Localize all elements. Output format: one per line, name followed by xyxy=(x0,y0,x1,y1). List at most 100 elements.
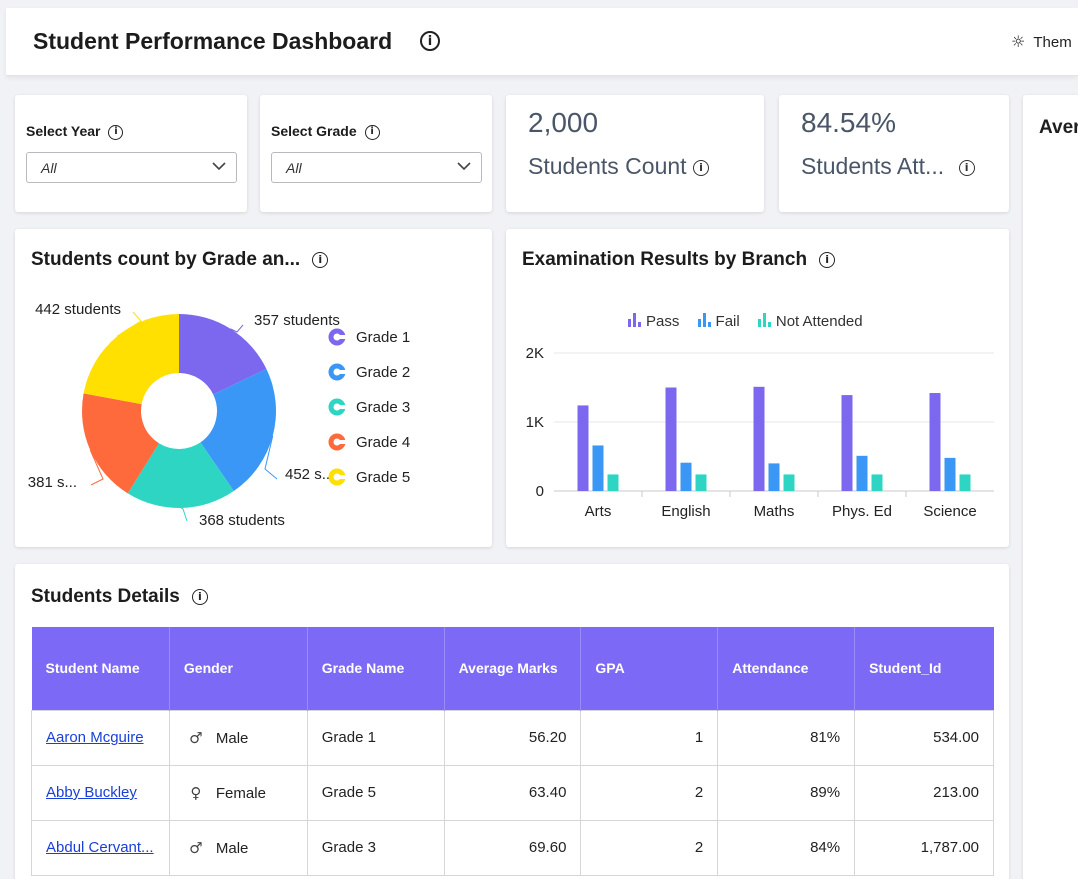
legend-icon-gap xyxy=(337,475,346,479)
legend-icon-gap xyxy=(337,335,346,339)
table-row[interactable]: Abdul Cervant... ♂ Male Grade 3 69.60 2 8… xyxy=(31,819,994,876)
table-row[interactable]: Abby Buckley ♀ Female Grade 5 63.40 2 89%… xyxy=(31,764,994,821)
grade-cell: Grade 1 xyxy=(306,709,445,766)
kpi-label: Students Att... i xyxy=(801,153,975,180)
attendance-cell: 84% xyxy=(717,819,856,876)
bar-pass[interactable] xyxy=(929,393,941,491)
student-id-cell: 534.00 xyxy=(854,709,994,766)
gpa-cell: 2 xyxy=(580,819,719,876)
average-side-card: Aver xyxy=(1023,95,1078,879)
student-id-cell: 213.00 xyxy=(854,764,994,821)
marks-cell: 56.20 xyxy=(443,709,582,766)
bar-fail[interactable] xyxy=(592,445,604,491)
grade-filter-card: Select Grade i All xyxy=(260,95,492,212)
column-header[interactable]: Attendance xyxy=(717,627,856,710)
info-icon[interactable]: i xyxy=(108,124,124,140)
info-icon[interactable]: i xyxy=(364,124,380,140)
y-tick-label: 0 xyxy=(536,483,544,500)
x-tick-label: Arts xyxy=(585,503,612,520)
column-header[interactable]: Gender xyxy=(169,627,308,710)
column-header[interactable]: Student_Id xyxy=(854,627,994,710)
attendance-cell: 89% xyxy=(717,764,856,821)
kpi-label: Students Count i xyxy=(528,153,709,180)
table-title: Students Details i xyxy=(31,586,208,608)
bar-pass[interactable] xyxy=(577,405,589,491)
female-icon: ♀ xyxy=(190,783,202,802)
bar-fail[interactable] xyxy=(856,455,868,491)
legend-icon-gap xyxy=(337,405,346,409)
male-icon: ♂ xyxy=(189,728,203,747)
marks-cell: 69.60 xyxy=(443,819,582,876)
bar-not-attended[interactable] xyxy=(695,474,707,491)
chevron-down-icon xyxy=(457,162,471,171)
slice-label: 381 s... xyxy=(28,474,77,491)
bar-fail[interactable] xyxy=(680,462,692,491)
student-name-cell: Abdul Cervant... xyxy=(31,819,170,876)
students-count-card: 2,000 Students Count i xyxy=(506,95,764,212)
legend-item[interactable]: Grade 3 xyxy=(328,398,410,416)
legend-label: Grade 4 xyxy=(356,434,410,451)
legend-icon-gap xyxy=(337,440,346,444)
theme-button[interactable]: ☼ Them xyxy=(1011,32,1072,51)
year-filter-label: Select Year i xyxy=(26,123,124,140)
column-header[interactable]: Average Marks xyxy=(444,627,582,710)
x-tick-label: Science xyxy=(923,503,976,520)
kpi-value: 2,000 xyxy=(528,107,599,138)
column-header[interactable]: Student Name xyxy=(31,627,170,710)
student-name-link[interactable]: Abby Buckley xyxy=(46,784,137,801)
bar-not-attended[interactable] xyxy=(607,474,619,491)
info-icon[interactable]: i xyxy=(420,31,440,51)
x-tick-label: English xyxy=(661,503,710,520)
gpa-cell: 2 xyxy=(580,764,719,821)
info-icon[interactable]: i xyxy=(958,159,975,176)
attendance-cell: 81% xyxy=(717,709,856,766)
student-name-cell: Abby Buckley xyxy=(31,764,170,821)
gender-cell: ♀ Female xyxy=(168,764,308,821)
bar-chart: 2K 1K 0 Arts English Maths Phys. Ed Science xyxy=(526,345,994,520)
legend-item[interactable]: Grade 2 xyxy=(328,363,410,381)
bar-not-attended[interactable] xyxy=(783,474,795,491)
slice-label: 442 students xyxy=(35,301,121,318)
chevron-down-icon xyxy=(212,162,226,171)
bar-pass[interactable] xyxy=(665,387,677,492)
x-tick-label: Maths xyxy=(754,503,795,520)
legend-item[interactable]: Grade 5 xyxy=(328,468,410,486)
bar-pass[interactable] xyxy=(841,395,853,491)
student-name-link[interactable]: Aaron Mcguire xyxy=(46,729,144,746)
student-name-link[interactable]: Abdul Cervant... xyxy=(46,839,154,856)
year-select[interactable]: All xyxy=(26,152,237,183)
legend-item[interactable]: Grade 4 xyxy=(328,433,410,451)
side-card-title: Aver xyxy=(1039,117,1078,138)
gender-cell: ♂ Male xyxy=(168,819,308,876)
students-attendance-card: 84.54% Students Att... i xyxy=(779,95,1009,212)
column-header[interactable]: Grade Name xyxy=(307,627,445,710)
grade-donut-card: Students count by Grade an... i 357 stude… xyxy=(15,229,492,547)
y-tick-label: 2K xyxy=(526,345,544,362)
bar-pass[interactable] xyxy=(753,386,765,491)
male-icon: ♂ xyxy=(189,838,203,857)
gpa-cell: 1 xyxy=(580,709,719,766)
slice-label: 452 s... xyxy=(285,466,334,483)
legend-label: Grade 5 xyxy=(356,469,410,486)
info-icon[interactable]: i xyxy=(191,588,208,605)
bar-fail[interactable] xyxy=(768,463,780,491)
table-row[interactable]: Aaron Mcguire ♂ Male Grade 1 56.20 1 81% … xyxy=(31,709,994,766)
bar-not-attended[interactable] xyxy=(871,474,883,491)
info-icon[interactable]: i xyxy=(692,159,709,176)
grade-select-value: All xyxy=(286,160,302,176)
marks-cell: 63.40 xyxy=(443,764,582,821)
student-name-cell: Aaron Mcguire xyxy=(31,709,170,766)
legend-item[interactable]: Grade 1 xyxy=(328,328,410,346)
table-header-row: Student Name Gender Grade Name Average M… xyxy=(31,627,994,710)
grade-select[interactable]: All xyxy=(271,152,482,183)
bar-fail[interactable] xyxy=(944,457,956,491)
exam-results-card: Examination Results by Branch i Pass Fail… xyxy=(506,229,1009,547)
column-header[interactable]: GPA xyxy=(580,627,719,710)
legend-icon-gap xyxy=(337,370,346,374)
grade-cell: Grade 5 xyxy=(306,764,445,821)
bar-not-attended[interactable] xyxy=(959,474,971,491)
grade-cell: Grade 3 xyxy=(306,819,445,876)
year-select-value: All xyxy=(41,160,57,176)
legend-label: Grade 2 xyxy=(356,364,410,381)
students-details-card: Students Details i Student Name Gender Gr… xyxy=(15,564,1009,879)
